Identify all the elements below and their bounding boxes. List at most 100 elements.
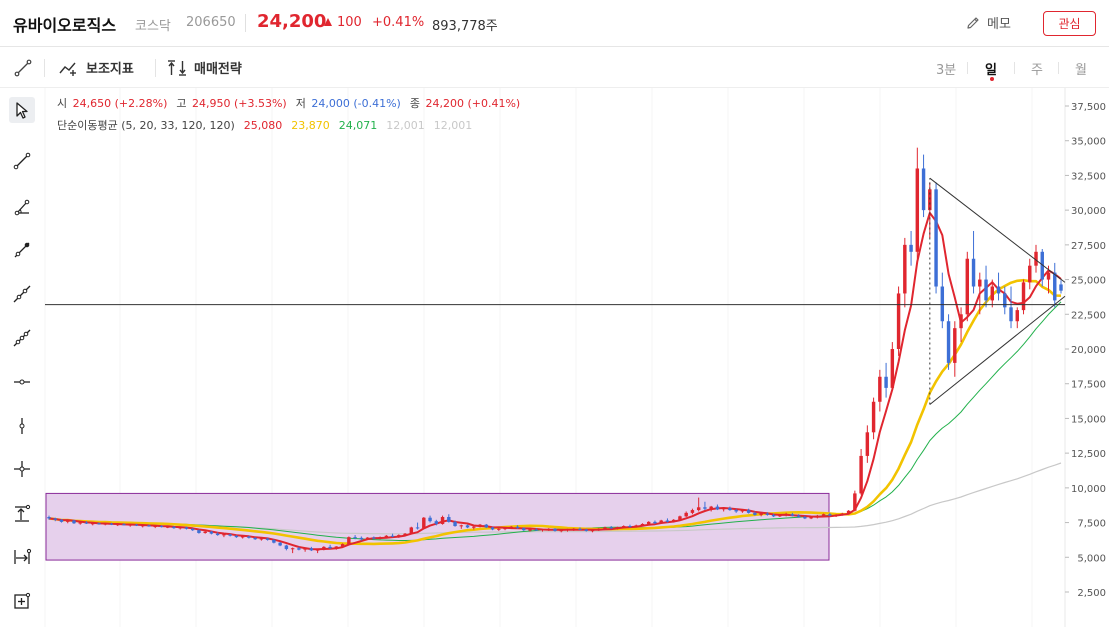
candle-body (228, 534, 232, 536)
candle-body (946, 321, 951, 363)
candle-body (359, 537, 364, 540)
candle-body (572, 528, 576, 530)
candle-body (928, 189, 932, 211)
candle-body (409, 527, 414, 534)
timeframe-day[interactable]: 일 (985, 59, 997, 78)
candle-body (815, 515, 820, 518)
candle-body (1053, 272, 1057, 301)
candle-body (84, 522, 89, 524)
candle-body (597, 528, 601, 531)
candle-body (434, 521, 439, 524)
candle-body (759, 513, 763, 515)
strategy-button[interactable]: 매매전략 (166, 58, 242, 77)
strategy-label: 매매전략 (194, 62, 242, 77)
candle-body (878, 376, 882, 402)
ma-legend: 단순이동평균 (5, 20, 33, 120, 120) 25,080 23,8… (57, 117, 474, 133)
chart-toolbar: 보조지표 매매전략 3분 일 주 월 (0, 47, 1109, 88)
candle-body (215, 533, 220, 536)
candle-body (728, 507, 732, 511)
candle-body (1059, 284, 1063, 291)
toolbar-divider (155, 59, 156, 77)
candle-body (659, 520, 663, 524)
candle-body (803, 517, 807, 519)
candle-body (203, 531, 207, 533)
candle-body (184, 527, 189, 529)
y-tick-label: 35,000 (1071, 137, 1106, 148)
market-label: 코스닥 (135, 19, 171, 34)
candle-body (484, 524, 489, 528)
candle-body (553, 528, 557, 531)
candle-body (78, 522, 82, 524)
candle-body (853, 493, 857, 511)
candle-body (365, 537, 370, 540)
candle-body (621, 526, 626, 528)
candle-body (522, 528, 526, 531)
candle-body (340, 544, 345, 547)
candle-body (503, 528, 507, 530)
price-change-percent: +0.41% (372, 15, 425, 30)
current-price: 24,200 (257, 11, 327, 32)
indicator-icon (59, 62, 76, 76)
drawing-toggle-button[interactable] (13, 58, 33, 82)
candle-body (347, 537, 351, 545)
y-tick-label: 2,500 (1077, 588, 1106, 599)
draw-line-icon (14, 59, 32, 77)
indicator-button[interactable]: 보조지표 (58, 58, 134, 77)
timeframe-week[interactable]: 주 (1031, 59, 1043, 78)
candle-body (984, 279, 988, 301)
candle-body (715, 506, 720, 510)
candle-body (559, 530, 563, 532)
candle-body (384, 535, 389, 538)
candle-body (159, 526, 164, 528)
candle-body (953, 328, 957, 363)
candle-body (97, 523, 101, 525)
candle-body (671, 519, 676, 522)
candle-body (1003, 293, 1007, 308)
open-label: 시 (57, 97, 68, 110)
memo-label: 메모 (987, 17, 1011, 32)
close-value: 24,200 (+0.41%) (425, 97, 521, 110)
low-value: 24,000 (-0.41%) (311, 97, 401, 110)
candle-body (390, 535, 395, 537)
timeframe-3min[interactable]: 3분 (936, 59, 956, 78)
candle-body (790, 514, 795, 516)
candle-body (103, 523, 107, 525)
candle-body (896, 293, 901, 349)
stock-code: 206650 (186, 15, 236, 30)
candle-body (971, 258, 976, 287)
ohlc-legend: 시 24,650 (+2.28%) 고 24,950 (+3.53%) 저 24… (57, 95, 522, 111)
candle-body (490, 527, 495, 530)
price-chart[interactable]: 37,500 35,000 32,500 30,000 27,500 25,000 22,5… (0, 88, 1109, 627)
candle-body (253, 537, 257, 540)
candle-body (540, 529, 545, 531)
timeframe-month[interactable]: 월 (1075, 59, 1087, 78)
memo-button[interactable]: 메모 (965, 13, 1011, 32)
candle-body (690, 510, 695, 513)
candle-body (865, 432, 870, 456)
candle-body (153, 526, 157, 528)
low-label: 저 (295, 97, 306, 110)
drawings-layer (45, 177, 1066, 405)
candle-body (1009, 307, 1013, 322)
candle-body (565, 529, 570, 531)
watchlist-button[interactable]: 관심 (1043, 11, 1096, 36)
candle-body (584, 529, 588, 531)
candle-body (497, 528, 501, 530)
trade-volume: 893,778주 (432, 19, 498, 34)
candle-body (615, 527, 620, 529)
candle-body (871, 401, 876, 433)
candle-body (422, 517, 426, 529)
candle-body (578, 528, 582, 530)
ma33-value: 24,071 (338, 119, 378, 132)
high-label: 고 (176, 97, 187, 110)
candle-body (640, 523, 645, 526)
candle-body (284, 545, 289, 549)
candle-body (165, 526, 170, 528)
candle-body (846, 510, 851, 514)
y-tick-label: 30,000 (1071, 206, 1106, 217)
y-tick-label: 20,000 (1071, 345, 1106, 356)
y-tick-label: 37,500 (1071, 102, 1106, 113)
ma120-value: 12,001 (386, 119, 425, 132)
candle-body (765, 513, 770, 515)
candle-body (53, 518, 57, 520)
